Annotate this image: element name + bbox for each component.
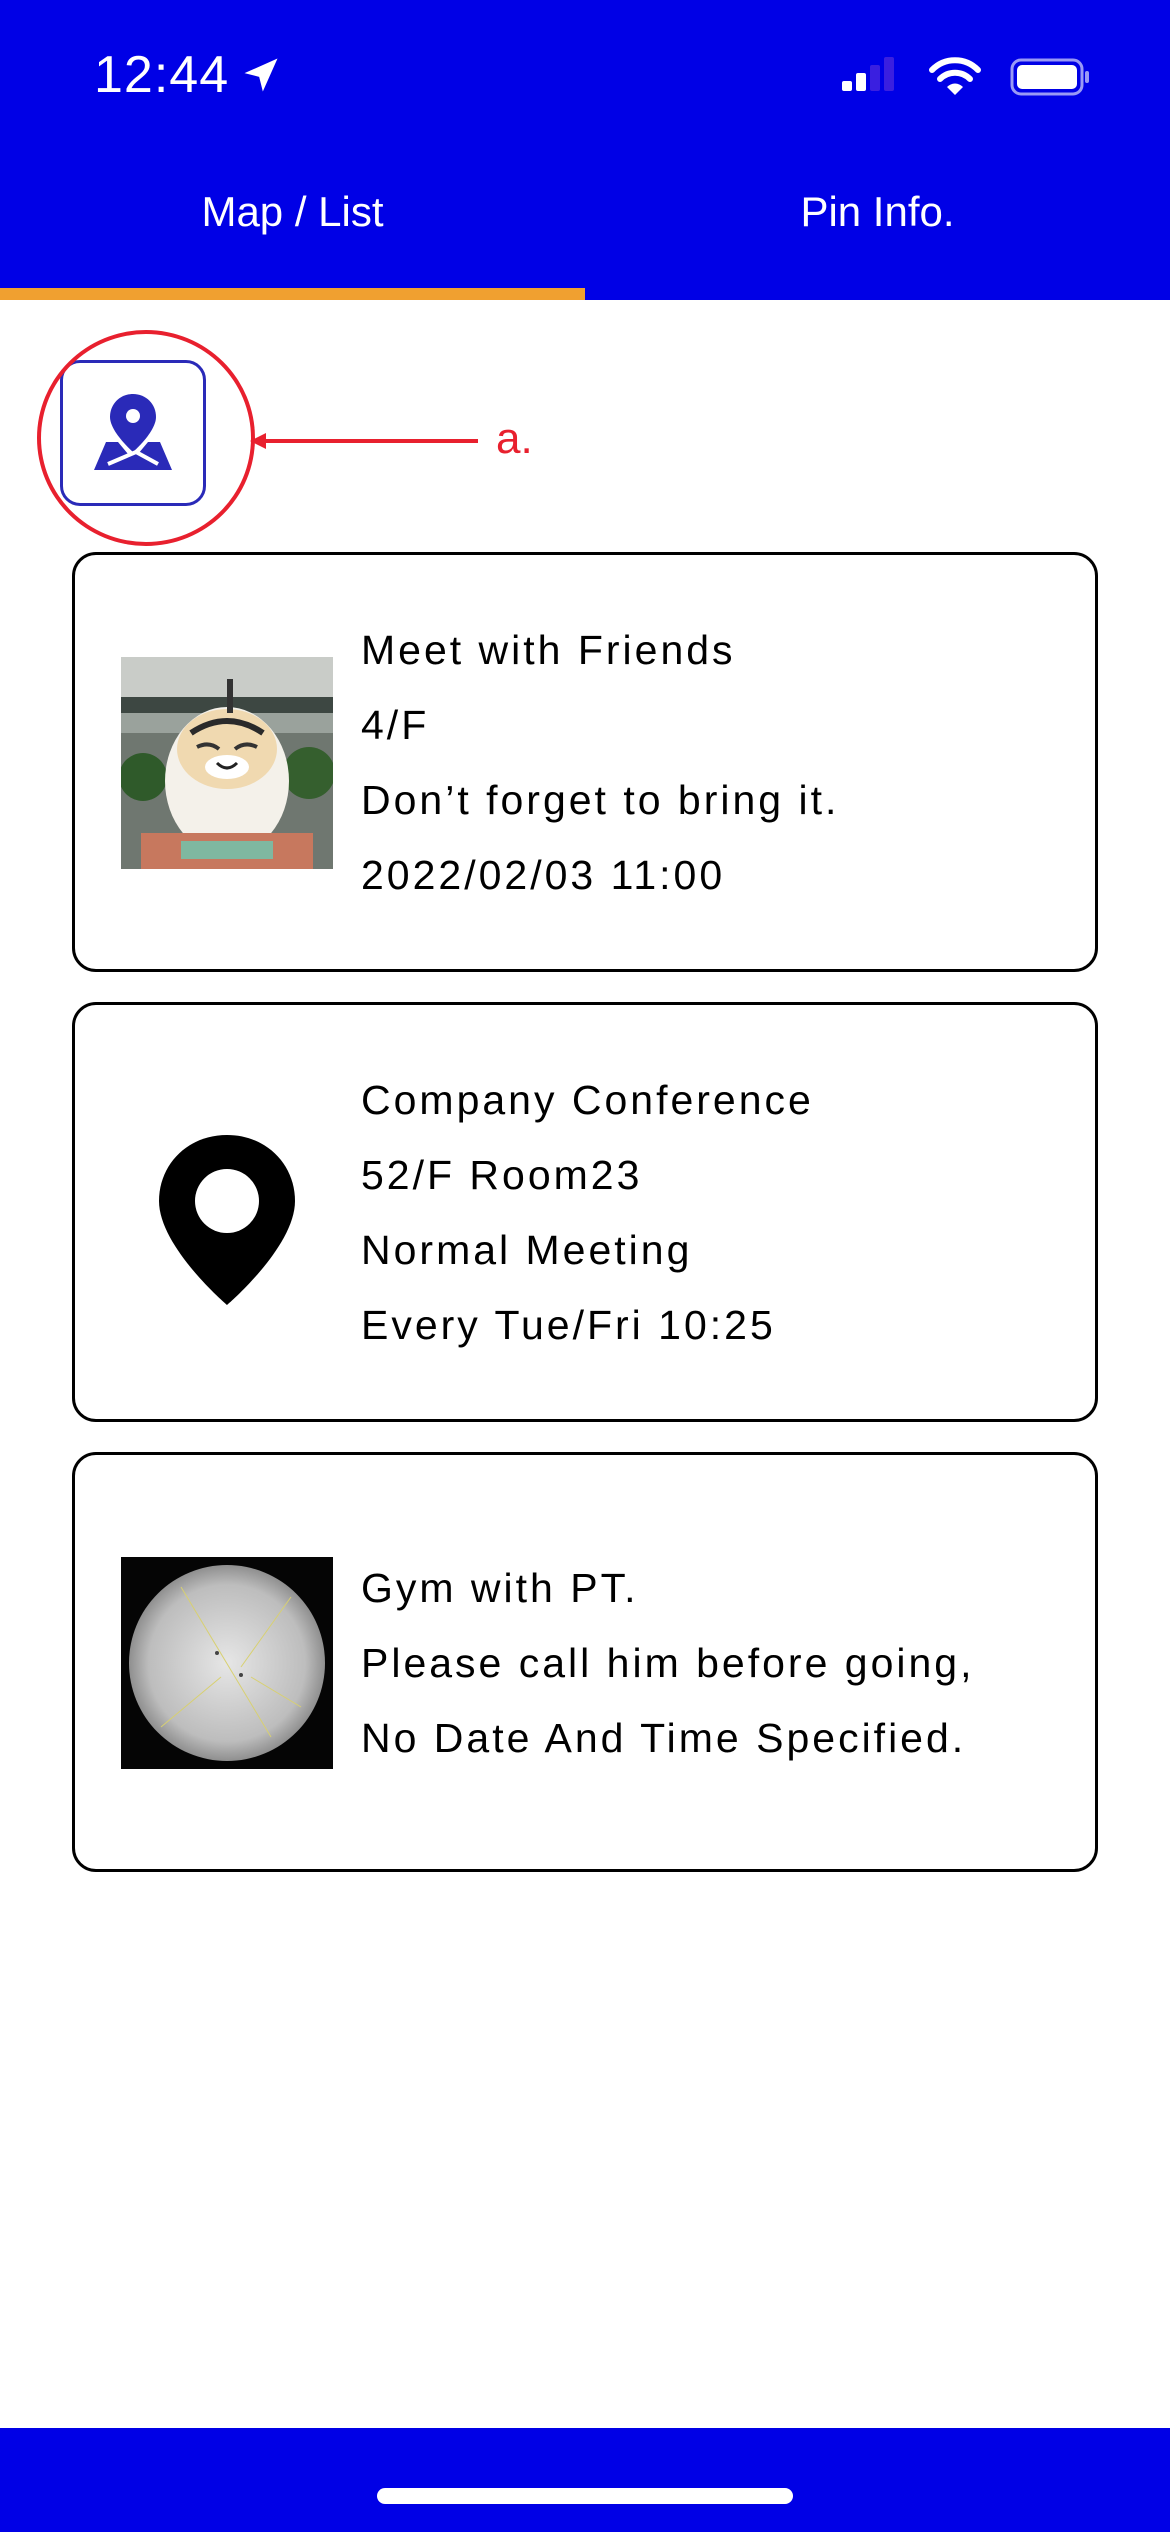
tab-selected-indicator — [0, 288, 585, 300]
pin-card[interactable]: Gym with PT. Please call him before goin… — [72, 1452, 1098, 1872]
pin-datetime: Every Tue/Fri 10:25 — [361, 1302, 776, 1348]
pin-note: Please call him before going, — [361, 1640, 975, 1686]
pin-datetime: 2022/02/03 11:00 — [361, 852, 726, 898]
wifi-icon — [929, 57, 981, 95]
status-time: 12:44 — [94, 40, 283, 110]
photo-thumbnail — [121, 657, 333, 869]
bottom-bar — [0, 2428, 1170, 2532]
pin-location: 52/F Room23 — [361, 1152, 643, 1198]
pin-note: Don’t forget to bring it. — [361, 777, 840, 823]
tab-pin-info-label: Pin Info. — [800, 188, 955, 235]
pin-datetime: No Date And Time Specified. — [361, 1715, 967, 1761]
pin-title: Company Conference — [361, 1077, 814, 1123]
pin-card[interactable]: Company Conference 52/F Room23 Normal Me… — [72, 1002, 1098, 1422]
pin-title: Gym with PT. — [361, 1565, 639, 1611]
status-time-text: 12:44 — [94, 46, 230, 104]
tab-map-list[interactable]: Map / List — [0, 150, 585, 294]
app-header: 12:44 Map / List Pin Info. — [0, 0, 1170, 300]
annotation-label: a. — [496, 414, 533, 463]
tab-map-list-label: Map / List — [201, 188, 384, 235]
pin-card-text: Meet with Friends 4/F Don’t forget to br… — [361, 613, 839, 913]
status-icons — [840, 52, 1092, 102]
pin-card[interactable]: Meet with Friends 4/F Don’t forget to br… — [72, 552, 1098, 972]
location-arrow-icon — [244, 58, 278, 92]
sun-photo-thumbnail — [121, 1557, 333, 1769]
tab-pin-info[interactable]: Pin Info. — [585, 150, 1170, 294]
pin-card-text: Gym with PT. Please call him before goin… — [361, 1551, 974, 1776]
location-pin-icon — [121, 1107, 333, 1319]
home-indicator[interactable] — [377, 2488, 793, 2504]
pin-note: Normal Meeting — [361, 1227, 693, 1273]
cellular-signal-icon — [842, 57, 894, 91]
battery-icon — [1010, 58, 1089, 96]
annotation-arrow — [250, 433, 478, 449]
pin-location: 4/F — [361, 702, 430, 748]
annotation-circle — [37, 330, 255, 546]
pin-card-text: Company Conference 52/F Room23 Normal Me… — [361, 1063, 814, 1363]
pin-title: Meet with Friends — [361, 627, 736, 673]
